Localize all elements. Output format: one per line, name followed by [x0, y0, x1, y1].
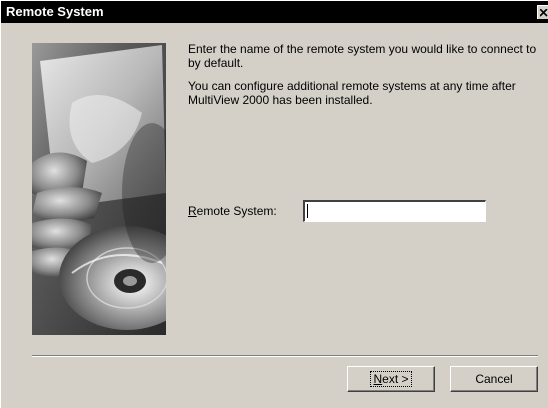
- instructions: Enter the name of the remote system you …: [188, 42, 544, 116]
- next-accelerator: N: [373, 372, 383, 386]
- next-button[interactable]: Next >: [347, 366, 435, 392]
- remote-system-dialog: Remote System Enter the name of the remo…: [0, 0, 548, 408]
- next-button-label: Next >: [370, 371, 412, 387]
- next-label-text: ext >: [382, 372, 409, 386]
- window-title: Remote System: [6, 4, 104, 19]
- cd-disc-graphic: [32, 43, 166, 335]
- remote-system-input[interactable]: [303, 200, 486, 222]
- title-bar[interactable]: Remote System: [1, 1, 548, 23]
- label-text: emote System:: [196, 204, 277, 218]
- button-separator: [32, 355, 538, 357]
- label-accelerator: R: [188, 204, 197, 218]
- text-caret: [307, 204, 308, 218]
- remote-system-label: Remote System:: [188, 204, 277, 218]
- instruction-text: Enter the name of the remote system you …: [188, 42, 537, 70]
- info-text: You can configure additional remote syst…: [188, 79, 516, 107]
- close-button[interactable]: [537, 5, 548, 19]
- cancel-button[interactable]: Cancel: [450, 366, 538, 392]
- close-icon: [540, 9, 548, 17]
- side-banner-image: [32, 43, 166, 335]
